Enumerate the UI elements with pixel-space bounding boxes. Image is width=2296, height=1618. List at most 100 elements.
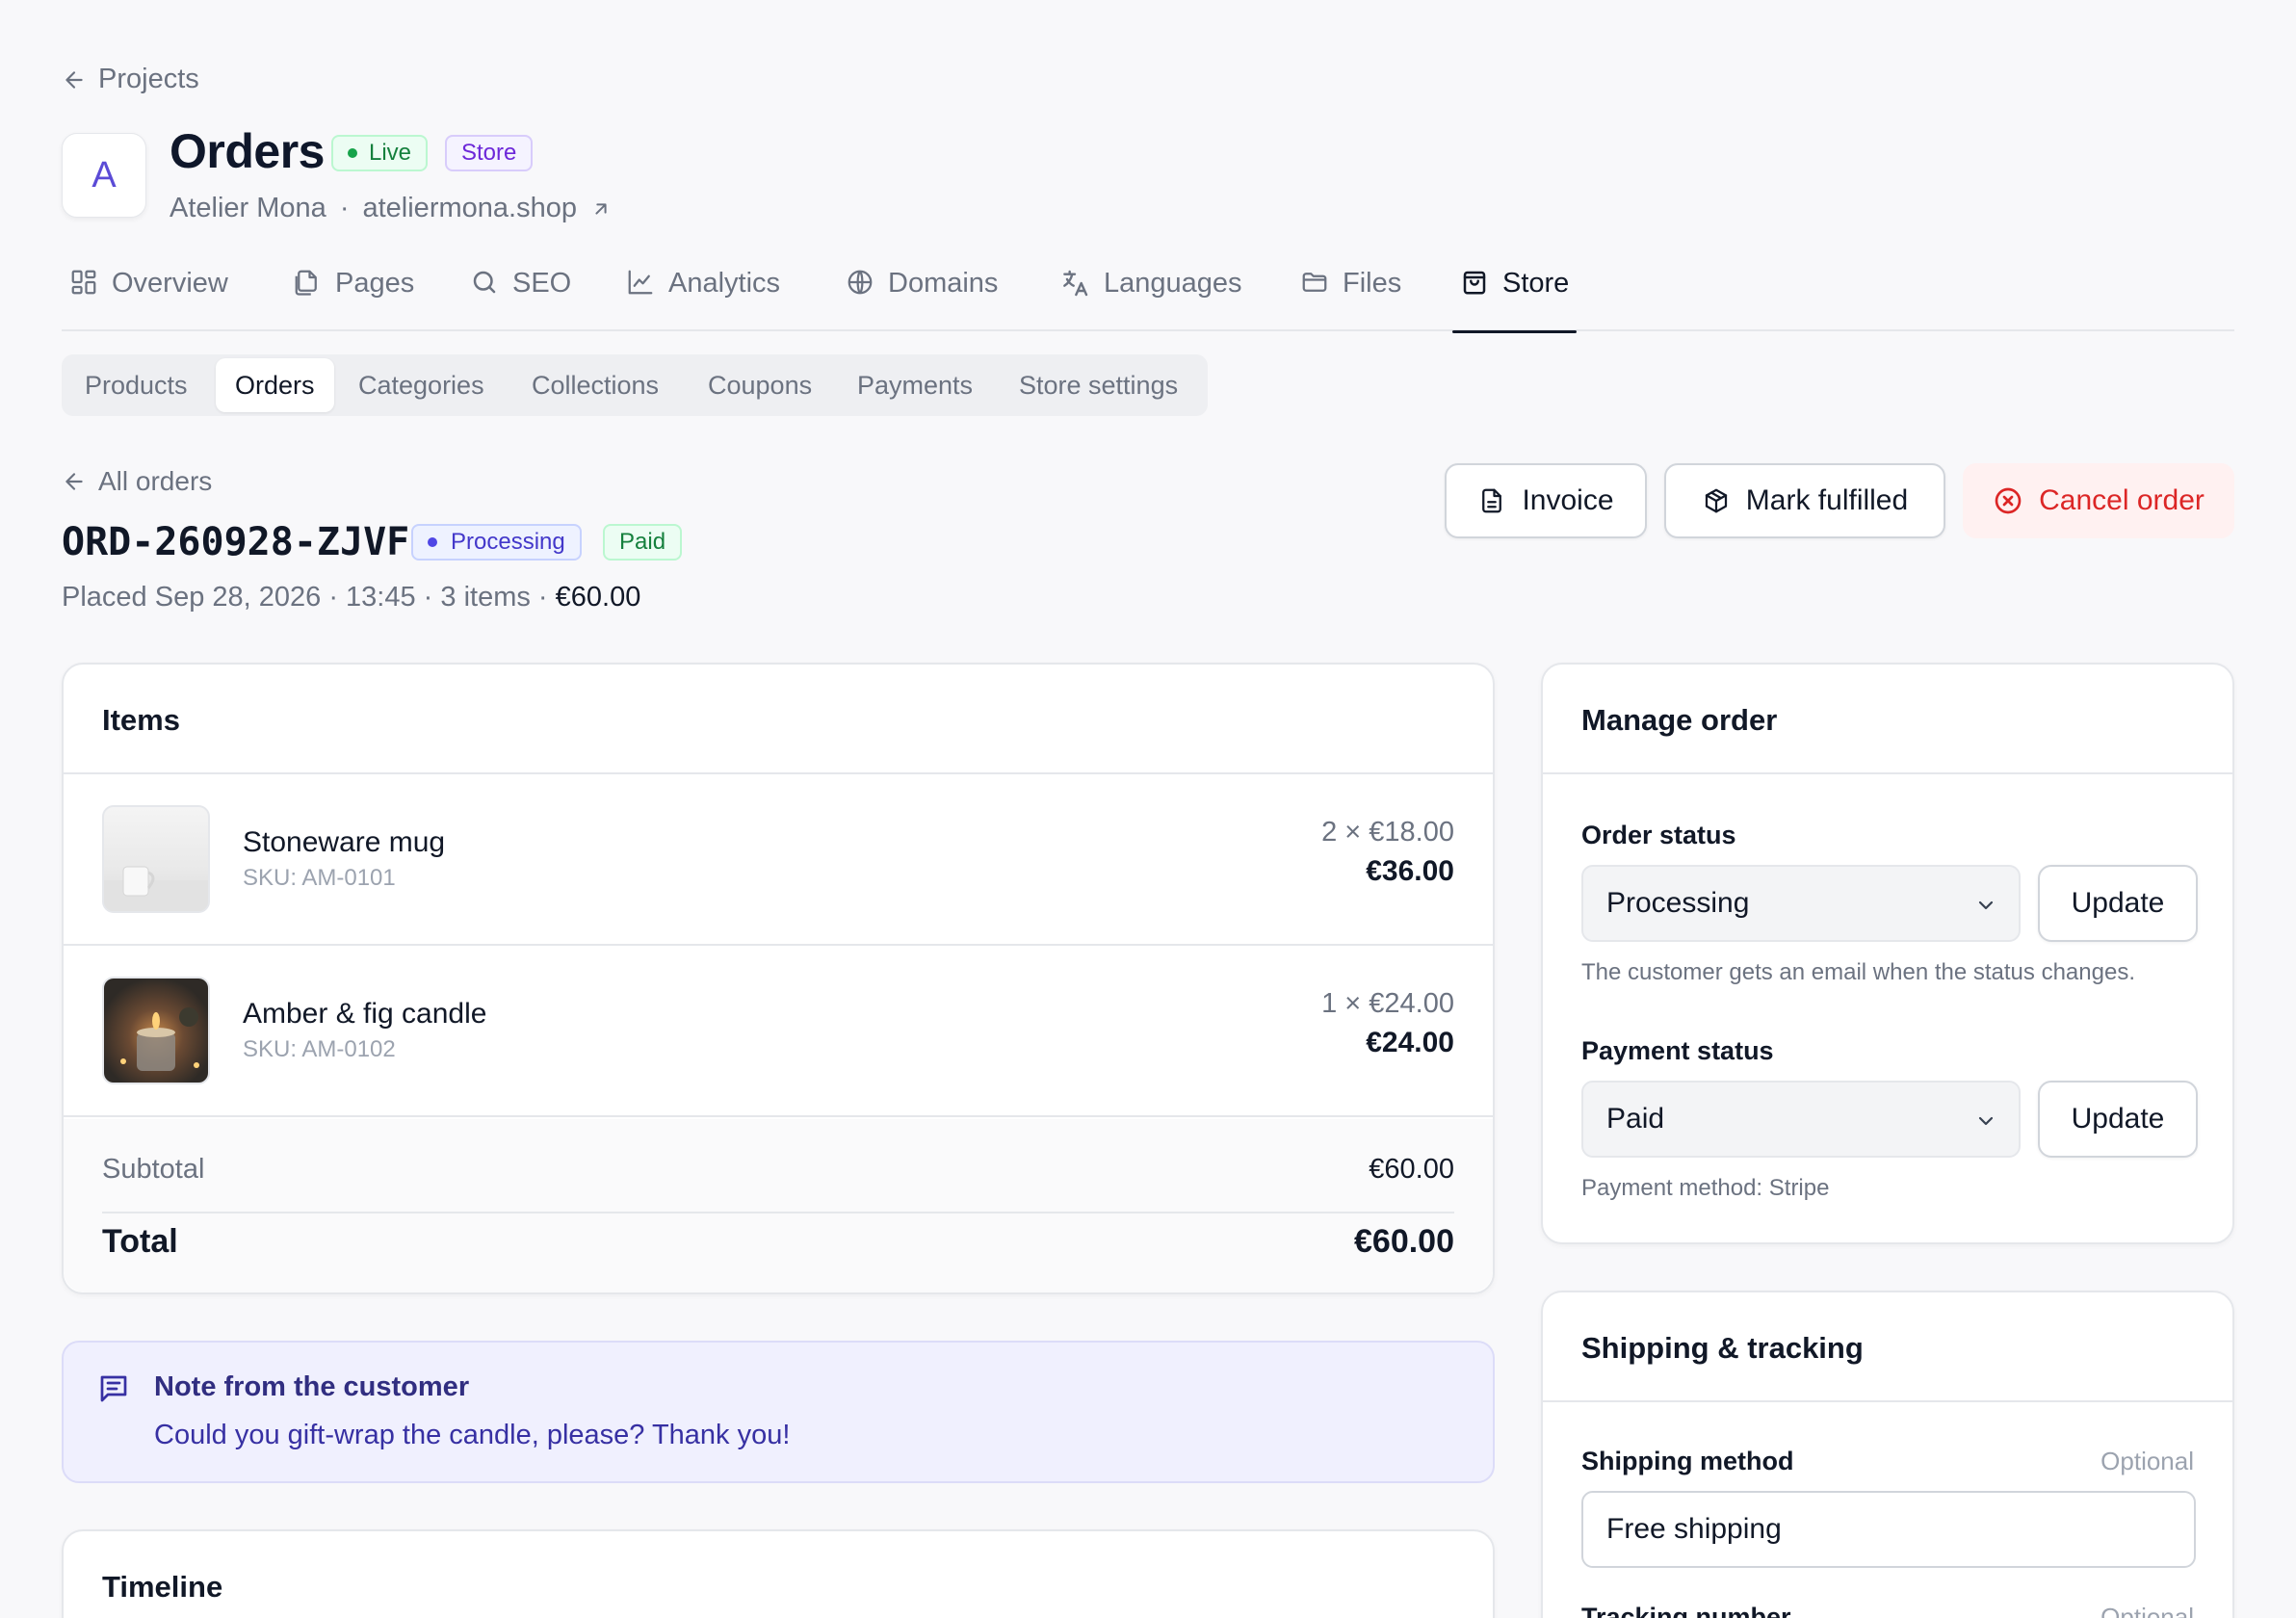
timeline-title: Timeline xyxy=(102,1570,223,1604)
subtab-collections[interactable]: Collections xyxy=(532,358,659,412)
payment-status-label: Payment status xyxy=(1581,1036,1774,1065)
chevron-down-icon xyxy=(1974,894,1997,917)
shipping-title: Shipping & tracking xyxy=(1581,1331,1864,1365)
message-icon xyxy=(96,1371,131,1406)
total-value: €60.00 xyxy=(1354,1223,1454,1260)
project-subtitle: Atelier Mona · ateliermona.shop xyxy=(170,193,612,224)
subtab-orders[interactable]: Orders xyxy=(216,358,334,412)
order-status-value: Processing xyxy=(1606,887,1750,919)
live-dot-icon xyxy=(348,148,357,158)
tab-languages[interactable]: Languages xyxy=(1059,260,1242,331)
invoice-label: Invoice xyxy=(1522,484,1614,516)
order-status-select[interactable]: Processing xyxy=(1581,865,2021,942)
chevron-down-icon xyxy=(1974,1109,1997,1133)
store-badge-label: Store xyxy=(461,140,517,166)
placed-text: Placed Sep 28, 2026 · 13:45 · 3 items · xyxy=(62,582,556,613)
all-orders-label: All orders xyxy=(98,466,213,496)
item-total: €24.00 xyxy=(1366,1027,1454,1058)
shopping-bag-icon xyxy=(1460,268,1489,297)
subtotal-value: €60.00 xyxy=(1369,1154,1454,1185)
paid-badge-label: Paid xyxy=(619,529,666,555)
tab-label: Files xyxy=(1343,268,1402,299)
customer-note: Note from the customer Could you gift-wr… xyxy=(62,1341,1495,1483)
all-orders-link[interactable]: All orders xyxy=(62,466,212,497)
subtab-coupons[interactable]: Coupons xyxy=(708,358,812,412)
page-title: Orders xyxy=(170,124,325,178)
back-label: Projects xyxy=(98,64,199,94)
subtotal-label: Subtotal xyxy=(102,1154,205,1185)
update-payment-status-button[interactable]: Update xyxy=(2038,1081,2198,1158)
subtitle-separator: · xyxy=(339,193,350,223)
item-qty-price: 1 × €24.00 xyxy=(1321,988,1454,1019)
shipping-method-input[interactable]: Free shipping xyxy=(1581,1491,2196,1568)
timeline-card: Timeline xyxy=(62,1529,1495,1618)
tab-label: SEO xyxy=(512,268,572,299)
grid-icon xyxy=(69,268,98,297)
live-badge-label: Live xyxy=(369,140,412,166)
tab-label: Overview xyxy=(112,268,228,299)
tab-pages[interactable]: Pages xyxy=(293,260,414,331)
manage-card-header: Manage order xyxy=(1543,665,2232,774)
order-status-help: The customer gets an email when the stat… xyxy=(1581,959,2135,985)
payment-status-select[interactable]: Paid xyxy=(1581,1081,2021,1158)
mark-fulfilled-button[interactable]: Mark fulfilled xyxy=(1664,463,1945,538)
store-subtabs: Products Orders Categories Collections C… xyxy=(62,354,1208,416)
cancel-order-button[interactable]: Cancel order xyxy=(1963,463,2234,538)
order-id: ORD-260928-ZJVF xyxy=(62,520,410,564)
shipping-card: Shipping & tracking Shipping method Opti… xyxy=(1541,1291,2234,1618)
list-item: Amber & fig candle SKU: AM-0102 1 × €24.… xyxy=(64,946,1493,1117)
subtab-store-settings[interactable]: Store settings xyxy=(1019,358,1178,412)
payment-method-help: Payment method: Stripe xyxy=(1581,1175,1830,1201)
live-badge: Live xyxy=(331,135,429,171)
processing-badge: Processing xyxy=(411,524,582,561)
tab-domains[interactable]: Domains xyxy=(846,260,998,331)
total-label: Total xyxy=(102,1223,178,1260)
search-icon xyxy=(470,268,499,297)
tab-label: Store xyxy=(1502,268,1570,299)
back-to-projects-link[interactable]: Projects xyxy=(62,64,199,95)
project-avatar: A xyxy=(62,133,146,218)
processing-dot-icon xyxy=(428,537,437,547)
tab-files[interactable]: Files xyxy=(1300,260,1401,331)
store-badge: Store xyxy=(445,135,534,171)
shipping-method-value: Free shipping xyxy=(1606,1513,1782,1545)
subtab-products[interactable]: Products xyxy=(85,358,188,412)
tab-seo[interactable]: SEO xyxy=(470,260,571,331)
invoice-button[interactable]: Invoice xyxy=(1445,463,1647,538)
tab-label: Pages xyxy=(335,268,415,299)
note-title: Note from the customer xyxy=(154,1371,470,1402)
order-meta: Placed Sep 28, 2026 · 13:45 · 3 items · … xyxy=(62,582,640,613)
item-total: €36.00 xyxy=(1366,855,1454,887)
items-card: Items Stoneware mug SKU: AM-0101 2 × €18… xyxy=(62,663,1495,1294)
tab-overview[interactable]: Overview xyxy=(69,260,228,331)
optional-label: Optional xyxy=(2100,1447,2194,1475)
cancel-order-label: Cancel order xyxy=(2039,484,2205,516)
mark-fulfilled-label: Mark fulfilled xyxy=(1745,484,1909,516)
pages-icon xyxy=(293,268,322,297)
project-domain-link[interactable]: ateliermona.shop xyxy=(362,193,576,224)
tab-store[interactable]: Store xyxy=(1451,260,1578,333)
tab-label: Languages xyxy=(1104,268,1242,299)
processing-badge-label: Processing xyxy=(451,529,565,555)
optional-label: Optional xyxy=(2100,1603,2194,1618)
document-icon xyxy=(1477,486,1506,515)
subtab-categories[interactable]: Categories xyxy=(358,358,484,412)
tab-label: Domains xyxy=(888,268,999,299)
shipping-method-label: Shipping method xyxy=(1581,1447,1794,1475)
order-status-label: Order status xyxy=(1581,821,1736,849)
external-link-icon[interactable] xyxy=(590,198,612,220)
items-title: Items xyxy=(102,703,180,737)
arrow-left-icon xyxy=(62,469,87,494)
totals-divider xyxy=(102,1212,1454,1214)
placed-total: €60.00 xyxy=(555,582,641,613)
update-order-status-button[interactable]: Update xyxy=(2038,865,2198,942)
tab-analytics[interactable]: Analytics xyxy=(626,260,780,331)
item-name: Stoneware mug xyxy=(243,826,446,858)
items-card-header: Items xyxy=(64,665,1493,774)
subtab-payments[interactable]: Payments xyxy=(857,358,973,412)
payment-status-value: Paid xyxy=(1606,1103,1665,1135)
list-item: Stoneware mug SKU: AM-0101 2 × €18.00 €3… xyxy=(64,774,1493,946)
item-sku: SKU: AM-0101 xyxy=(243,865,396,891)
item-sku: SKU: AM-0102 xyxy=(243,1036,396,1062)
candle-thumbnail xyxy=(102,977,210,1084)
